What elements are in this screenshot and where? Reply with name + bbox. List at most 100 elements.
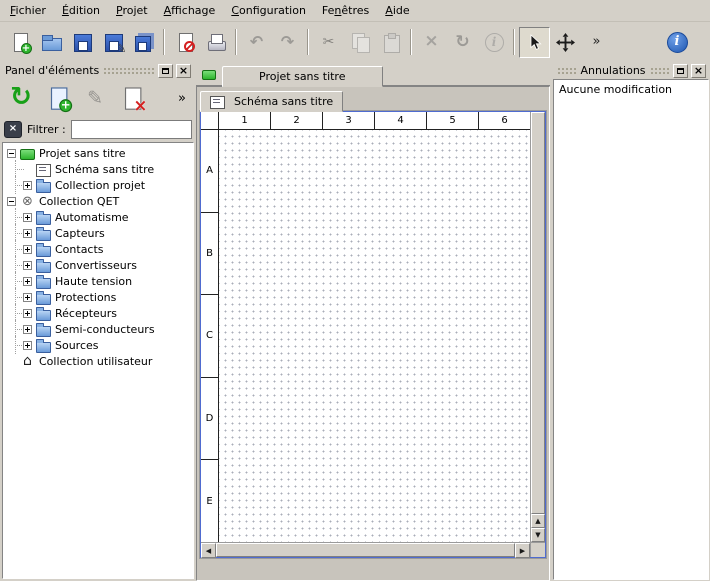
- tree-item-collection-utilisateur[interactable]: ⌂Collection utilisateur: [3, 353, 193, 369]
- tree-expander[interactable]: [23, 181, 32, 190]
- menu-aide[interactable]: Aide: [377, 0, 417, 21]
- open-project-icon: [40, 31, 62, 53]
- main-toolbar: + ✎ ↶↷ ✂ ×↻ »: [0, 23, 710, 61]
- tree-item-automatisme[interactable]: Automatisme: [3, 209, 193, 225]
- toolbar-overflow-button[interactable]: »: [581, 27, 612, 58]
- about-qet-button[interactable]: [661, 27, 692, 58]
- open-project-button[interactable]: [35, 27, 66, 58]
- vertical-scrollbar: ▲ ▼: [530, 112, 545, 542]
- tree-expander[interactable]: [23, 261, 32, 270]
- qet-icon: ⊗: [20, 195, 35, 208]
- tree-item-collection-projet[interactable]: Collection projet: [3, 177, 193, 193]
- rotate-button[interactable]: ↻: [447, 27, 478, 58]
- tree-expander[interactable]: [23, 277, 32, 286]
- folder-icon: [36, 307, 51, 320]
- save-as-icon: ✎: [102, 31, 124, 53]
- menu-fenetres[interactable]: Fenêtres: [314, 0, 377, 21]
- tree-item-semi-conducteurs[interactable]: Semi-conducteurs: [3, 321, 193, 337]
- elements-panel-close-button[interactable]: ×: [176, 64, 191, 78]
- menu-bar: FichierÉditionProjetAffichageConfigurati…: [0, 0, 710, 22]
- rotate-icon: ↻: [452, 31, 474, 53]
- tab-projet-sans-titre[interactable]: Projet sans titre: [222, 66, 383, 87]
- folder-icon: [36, 275, 51, 288]
- copy-button[interactable]: [344, 27, 375, 58]
- menu-fichier[interactable]: Fichier: [2, 0, 54, 21]
- tree-item-convertisseurs[interactable]: Convertisseurs: [3, 257, 193, 273]
- element-info-button[interactable]: [478, 27, 509, 58]
- save-button[interactable]: [66, 27, 97, 58]
- tree-item-capteurs[interactable]: Capteurs: [3, 225, 193, 241]
- horizontal-scrollbar-thumb[interactable]: [216, 543, 515, 557]
- tree-item-label: Collection projet: [55, 179, 145, 192]
- menu-edition[interactable]: Édition: [54, 0, 108, 21]
- edit-element-button[interactable]: ✎: [78, 81, 112, 115]
- vertical-scrollbar-thumb[interactable]: [531, 112, 545, 514]
- tree-item-haute-tension[interactable]: Haute tension: [3, 273, 193, 289]
- redo-button[interactable]: ↷: [272, 27, 303, 58]
- tree-item-schema-sans-titre[interactable]: Schéma sans titre: [3, 161, 193, 177]
- new-element-button[interactable]: +: [41, 81, 75, 115]
- undo-panel-close-button[interactable]: ×: [691, 64, 706, 78]
- menu-affichage[interactable]: Affichage: [156, 0, 224, 21]
- move-tool-button[interactable]: [550, 27, 581, 58]
- schema-canvas[interactable]: [219, 130, 530, 542]
- tree-expander[interactable]: [23, 341, 32, 350]
- reload-collections-button[interactable]: ↻: [4, 81, 38, 115]
- toolbar-separator: [163, 29, 165, 55]
- select-tool-button[interactable]: [519, 27, 550, 58]
- save-all-button[interactable]: [128, 27, 159, 58]
- scroll-up-button[interactable]: ▲: [531, 514, 545, 528]
- tree-expander[interactable]: [23, 213, 32, 222]
- element-info-icon: [483, 31, 505, 53]
- folder-icon: [36, 291, 51, 304]
- tree-item-label: Automatisme: [55, 211, 129, 224]
- tab-schema-sans-titre[interactable]: Schéma sans titre: [200, 91, 343, 112]
- tree-item-projet-sans-titre[interactable]: Projet sans titre: [3, 145, 193, 161]
- elements-tree: Projet sans titre Schéma sans titre Collec…: [2, 142, 194, 579]
- tree-expander[interactable]: [23, 229, 32, 238]
- undo-panel-drag-handle[interactable]: [650, 67, 669, 74]
- tree-expander[interactable]: [23, 325, 32, 334]
- scrollbar-corner: [530, 542, 545, 557]
- elements-panel-drag-handle[interactable]: [103, 67, 154, 74]
- undo-button[interactable]: ↶: [241, 27, 272, 58]
- scroll-down-button[interactable]: ▼: [531, 528, 545, 542]
- delete-element-icon: ×: [119, 85, 145, 111]
- cut-button[interactable]: ✂: [313, 27, 344, 58]
- clear-filter-button[interactable]: ×: [4, 121, 22, 138]
- menu-configuration[interactable]: Configuration: [223, 0, 314, 21]
- tree-expander[interactable]: [23, 293, 32, 302]
- tree-expander[interactable]: [7, 149, 16, 158]
- menu-projet[interactable]: Projet: [108, 0, 156, 21]
- tree-expander[interactable]: [7, 197, 16, 206]
- tree-item-collection-qet[interactable]: ⊗Collection QET: [3, 193, 193, 209]
- close-icon: ×: [179, 65, 188, 76]
- about-qet-icon: [666, 31, 688, 53]
- paste-button[interactable]: [375, 27, 406, 58]
- filter-input[interactable]: [71, 120, 192, 139]
- ruler-column-1: 1: [219, 112, 271, 129]
- tree-item-label: Récepteurs: [55, 307, 117, 320]
- undo-panel-float-button[interactable]: [673, 64, 688, 78]
- project-icon: [20, 147, 35, 160]
- delete-button[interactable]: ×: [416, 27, 447, 58]
- tree-item-contacts[interactable]: Contacts: [3, 241, 193, 257]
- close-project-button[interactable]: [169, 27, 200, 58]
- scroll-right-button[interactable]: ▶: [515, 543, 530, 558]
- save-as-button[interactable]: ✎: [97, 27, 128, 58]
- delete-element-button[interactable]: ×: [115, 81, 149, 115]
- tree-item-protections[interactable]: Protections: [3, 289, 193, 305]
- scroll-left-button[interactable]: ◀: [201, 543, 216, 558]
- tree-item-label: Schéma sans titre: [55, 163, 154, 176]
- tree-expander[interactable]: [23, 245, 32, 254]
- print-button[interactable]: [200, 27, 231, 58]
- qelectrotech-window: FichierÉditionProjetAffichageConfigurati…: [0, 0, 710, 581]
- tree-item-recepteurs[interactable]: Récepteurs: [3, 305, 193, 321]
- elements-panel-title: Panel d'éléments: [5, 64, 99, 77]
- tree-expander[interactable]: [23, 309, 32, 318]
- elements-panel-float-button[interactable]: [158, 64, 173, 78]
- elements-panel-overflow-button[interactable]: »: [172, 89, 192, 108]
- tree-item-sources[interactable]: Sources: [3, 337, 193, 353]
- undo-panel-drag-handle[interactable]: [557, 67, 576, 74]
- new-project-button[interactable]: +: [4, 27, 35, 58]
